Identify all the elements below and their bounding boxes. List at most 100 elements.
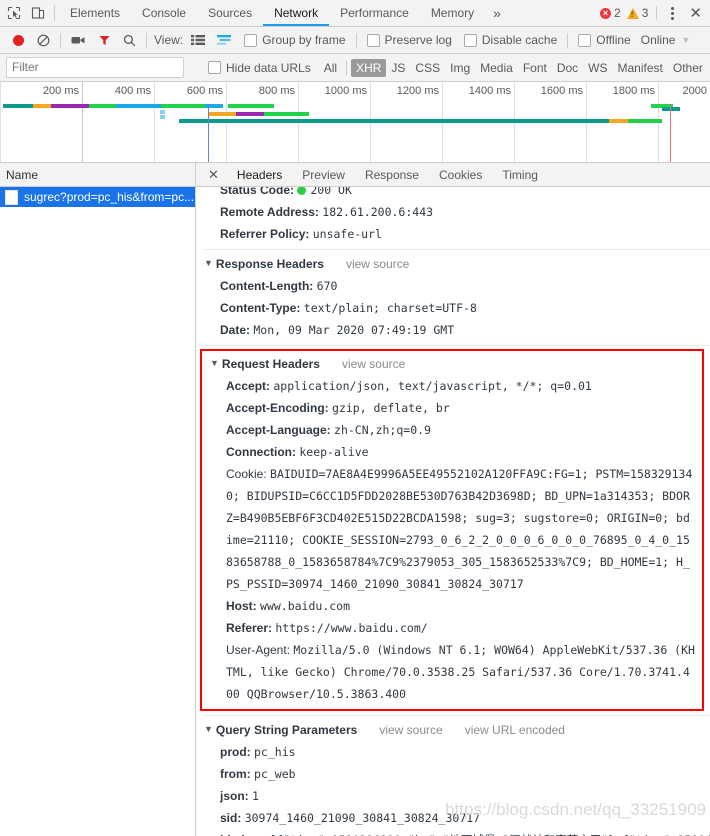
tabstrip-divider [54, 5, 55, 21]
param-value: 1 [252, 789, 259, 803]
query-param-row: prod: pc_his [196, 741, 710, 763]
query-string-section-header[interactable]: ▼ Query String Parameters view source vi… [196, 719, 710, 741]
request-list-pane: Name sugrec?prod=pc_his&from=pc... [0, 163, 196, 836]
remote-address-row: Remote Address: 182.61.200.6:443 [196, 201, 710, 223]
query-string-title: Query String Parameters [215, 723, 358, 737]
tab-performance[interactable]: Performance [329, 0, 420, 26]
header-value: gzip, deflate, br [332, 401, 450, 415]
column-header-name: Name [6, 167, 39, 182]
close-detail-button[interactable]: ✕ [202, 168, 227, 181]
param-value: pc_his [254, 745, 296, 759]
timeline-request-band [3, 104, 33, 108]
warning-count-label: 3 [641, 6, 649, 20]
request-header-row-cookie: Cookie: BAIDUID=7AE8A4E9996A5EE49552102A… [202, 463, 702, 595]
chevron-down-icon: ▼ [204, 724, 213, 734]
response-headers-section-header[interactable]: ▼ Response Headers view source [196, 253, 710, 275]
timeline-tick-label: 1400 ms [468, 85, 511, 97]
tab-elements[interactable]: Elements [59, 0, 131, 26]
chevron-down-icon: ▼ [210, 358, 219, 368]
warning-icon [626, 7, 639, 19]
tab-memory[interactable]: Memory [420, 0, 485, 26]
header-value: Mon, 09 Mar 2020 07:49:19 GMT [253, 323, 455, 337]
tab-headers[interactable]: Headers [227, 163, 292, 186]
type-filter-all[interactable]: All [319, 59, 342, 77]
network-overview-timeline[interactable]: 200 ms 400 ms 600 ms 800 ms 1000 ms 1200 ms 14… [0, 82, 710, 163]
throttling-select[interactable]: Online ▼ [637, 33, 695, 47]
timeline-request-band [160, 115, 165, 119]
table-row[interactable]: sugrec?prod=pc_his&from=pc... [0, 187, 195, 207]
tab-console[interactable]: Console [131, 0, 197, 26]
view-source-link[interactable]: view source [342, 353, 405, 375]
view-source-link[interactable]: view source [346, 253, 409, 275]
toggle-device-toolbar-icon[interactable] [30, 5, 46, 21]
error-count-badge[interactable]: × 2 [600, 6, 621, 20]
devtools-menu-icon[interactable] [665, 6, 679, 20]
list-view-icon[interactable] [185, 27, 211, 53]
search-icon[interactable] [117, 27, 142, 53]
view-url-encoded-link[interactable]: view URL encoded [465, 719, 565, 741]
header-value: application/json, text/javascript, */*; … [273, 379, 592, 393]
request-header-row-user-agent: User-Agent: Mozilla/5.0 (Windows NT 6.1;… [202, 639, 702, 705]
header-value: 670 [316, 279, 338, 293]
status-code-value: 200 OK [310, 187, 352, 197]
request-headers-section-header[interactable]: ▼ Request Headers view source [202, 353, 702, 375]
type-filter-font[interactable]: Font [518, 59, 552, 77]
more-tabs-icon[interactable]: » [485, 0, 509, 26]
remote-address-key: Remote Address: [220, 205, 319, 219]
request-header-row: Accept: application/json, text/javascrip… [202, 375, 702, 397]
type-filter-img[interactable]: Img [445, 59, 475, 77]
filter-icon[interactable] [92, 27, 117, 53]
type-filter-other[interactable]: Other [668, 59, 708, 77]
timeline-event-marker [208, 104, 209, 162]
type-filter-xhr[interactable]: XHR [351, 58, 387, 77]
chevron-down-icon: ▼ [204, 258, 213, 268]
warning-count-badge[interactable]: 3 [626, 6, 649, 20]
inspect-element-icon[interactable] [6, 5, 22, 21]
request-headers-highlight-box: ▼ Request Headers view source Accept: ap… [200, 349, 704, 711]
tab-response[interactable]: Response [355, 163, 429, 186]
query-param-row: hisdata: [{"time":1510396110,"kw":"地下城堡 … [196, 829, 710, 836]
tabstrip-right-group: × 2 3 ✕ [600, 6, 710, 21]
waterfall-view-icon[interactable] [211, 27, 238, 53]
request-header-row: Connection: keep-alive [202, 441, 702, 463]
preserve-log-checkbox[interactable]: Preserve log [361, 33, 458, 47]
devtools-tabstrip: Elements Console Sources Network Perform… [0, 0, 710, 27]
record-button[interactable] [6, 27, 31, 53]
request-header-row: Accept-Language: zh-CN,zh;q=0.9 [202, 419, 702, 441]
param-value: pc_web [254, 767, 296, 781]
timeline-tick [0, 82, 1, 162]
search-input[interactable] [6, 57, 184, 78]
hide-data-urls-label: Hide data URLs [226, 60, 311, 75]
headers-content[interactable]: Status Code: 200 OK Remote Address: 182.… [196, 187, 710, 836]
timeline-request-band [609, 119, 628, 123]
tab-sources[interactable]: Sources [197, 0, 263, 26]
type-filter-js[interactable]: JS [386, 59, 410, 77]
type-filter-doc[interactable]: Doc [552, 59, 583, 77]
disable-cache-checkbox[interactable]: Disable cache [458, 33, 563, 47]
offline-label: Offline [596, 33, 631, 47]
request-header-row: Accept-Encoding: gzip, deflate, br [202, 397, 702, 419]
tab-preview[interactable]: Preview [292, 163, 355, 186]
tab-cookies[interactable]: Cookies [429, 163, 492, 186]
timeline-tick-label: 1000 ms [324, 85, 367, 97]
clear-button[interactable] [31, 27, 56, 53]
timeline-request-band [89, 104, 116, 108]
status-code-row: Status Code: 200 OK [196, 187, 710, 201]
type-filter-ws[interactable]: WS [583, 59, 612, 77]
offline-checkbox[interactable]: Offline [572, 33, 636, 47]
tab-network[interactable]: Network [263, 0, 329, 26]
tab-timing[interactable]: Timing [492, 163, 548, 186]
timeline-request-band [161, 104, 205, 108]
section-divider [204, 249, 710, 250]
header-key: Host: [226, 599, 257, 613]
type-filter-media[interactable]: Media [475, 59, 518, 77]
type-filter-manifest[interactable]: Manifest [613, 59, 668, 77]
request-list-header: Name [0, 163, 195, 187]
type-filter-css[interactable]: CSS [410, 59, 445, 77]
view-source-link[interactable]: view source [379, 719, 442, 741]
close-devtools-button[interactable]: ✕ [685, 6, 706, 21]
timeline-request-band [116, 104, 163, 108]
group-by-frame-checkbox[interactable]: Group by frame [238, 33, 351, 47]
hide-data-urls-checkbox[interactable]: Hide data URLs [208, 61, 311, 75]
camera-icon[interactable] [65, 27, 92, 53]
